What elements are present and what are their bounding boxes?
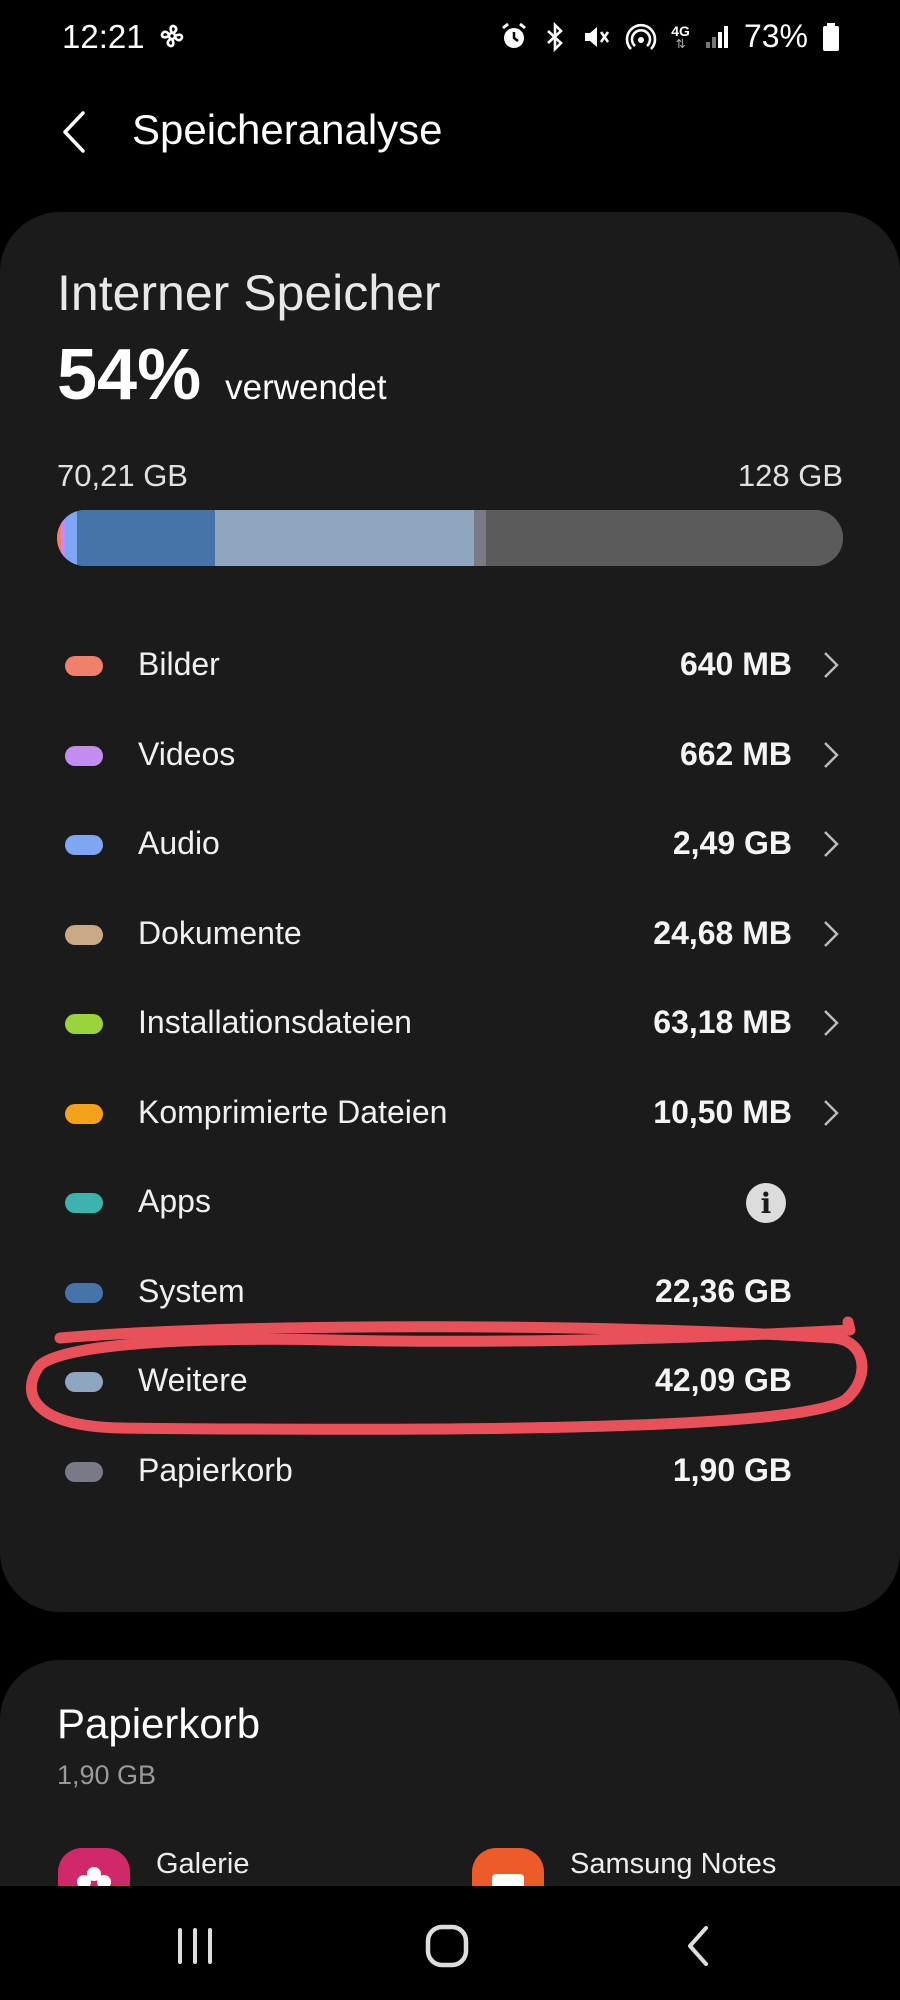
category-row-papierkorb: Papierkorb 1,90 GB bbox=[0, 1428, 900, 1518]
signal-icon bbox=[704, 24, 730, 50]
category-label: Dokumente bbox=[138, 914, 302, 951]
chevron-right-icon bbox=[824, 831, 839, 857]
category-label: Audio bbox=[138, 825, 220, 861]
category-label: Installationsdateien bbox=[138, 1004, 412, 1040]
navigation-bar bbox=[0, 1886, 900, 2000]
category-value: 2,49 GB bbox=[672, 825, 792, 861]
battery-percent: 73% bbox=[743, 18, 808, 54]
fan-icon bbox=[158, 22, 186, 55]
page-title: Speicheranalyse bbox=[132, 106, 443, 153]
category-label: System bbox=[138, 1272, 245, 1309]
back-arrow-icon bbox=[63, 111, 85, 153]
home-button[interactable] bbox=[402, 1916, 492, 1976]
status-bar: 12:21 4G ⇅ 73% bbox=[0, 0, 900, 80]
category-value: 63,18 MB bbox=[653, 1004, 792, 1040]
app-label: Galerie bbox=[156, 1848, 250, 1880]
category-label: Bilder bbox=[138, 646, 220, 682]
info-icon[interactable]: i bbox=[746, 1183, 786, 1223]
vibrate-icon bbox=[581, 22, 611, 52]
bluetooth-icon bbox=[543, 21, 567, 52]
category-value: 640 MB bbox=[679, 646, 792, 682]
storage-bar-weitere bbox=[215, 510, 474, 566]
category-value: 22,36 GB bbox=[655, 1272, 792, 1309]
status-time: 12:21 bbox=[62, 18, 145, 55]
color-dot bbox=[65, 745, 103, 766]
category-row-bilder[interactable]: Bilder 640 MB bbox=[0, 622, 900, 712]
chevron-right-icon bbox=[824, 741, 839, 768]
used-percent: 54% bbox=[57, 335, 202, 415]
alarm-icon bbox=[499, 22, 529, 52]
trash-title: Papierkorb bbox=[57, 1700, 261, 1747]
storage-bar-free bbox=[486, 510, 843, 566]
back-button[interactable] bbox=[50, 102, 98, 162]
storage-title: Interner Speicher bbox=[57, 265, 441, 321]
category-row-installationsdateien[interactable]: Installationsdateien 63,18 MB bbox=[0, 980, 900, 1070]
color-dot bbox=[65, 1282, 103, 1303]
category-label: Papierkorb bbox=[138, 1451, 293, 1488]
back-icon bbox=[688, 1926, 708, 1966]
total-amount: 128 GB bbox=[737, 458, 843, 493]
category-label: Komprimierte Dateien bbox=[138, 1093, 448, 1130]
color-dot bbox=[65, 1193, 103, 1213]
recents-icon bbox=[178, 1928, 212, 1964]
chevron-right-icon bbox=[824, 1099, 839, 1126]
storage-bar-system bbox=[77, 510, 215, 566]
color-dot bbox=[65, 1461, 103, 1482]
home-icon bbox=[425, 1924, 469, 1968]
recents-button[interactable] bbox=[150, 1916, 240, 1976]
category-row-apps: Apps i bbox=[0, 1159, 900, 1249]
category-row-videos[interactable]: Videos 662 MB bbox=[0, 712, 900, 802]
color-dot bbox=[65, 1103, 103, 1124]
battery-icon bbox=[822, 22, 840, 52]
category-value: 662 MB bbox=[679, 735, 792, 772]
category-row-weitere: Weitere 42,09 GB bbox=[0, 1338, 900, 1428]
category-label: Apps bbox=[138, 1183, 211, 1219]
storage-bar-papierkorb bbox=[474, 510, 486, 566]
color-dot bbox=[65, 1014, 103, 1034]
category-label: Videos bbox=[138, 735, 236, 772]
color-dot bbox=[65, 835, 103, 855]
category-value: 10,50 MB bbox=[653, 1093, 792, 1130]
category-list: Bilder 640 MB Videos 662 MB Audio 2,49 G… bbox=[0, 622, 900, 1517]
used-amount: 70,21 GB bbox=[57, 458, 188, 493]
app-bar: Speicheranalyse bbox=[0, 92, 900, 172]
category-row-dokumente[interactable]: Dokumente 24,68 MB bbox=[0, 891, 900, 981]
storage-bar-audio bbox=[65, 510, 77, 566]
color-dot bbox=[65, 924, 103, 945]
category-row-audio[interactable]: Audio 2,49 GB bbox=[0, 801, 900, 891]
nav-back-button[interactable] bbox=[654, 1916, 744, 1976]
storage-bar bbox=[57, 510, 843, 566]
category-value: 1,90 GB bbox=[672, 1451, 792, 1488]
color-dot bbox=[65, 1372, 103, 1392]
category-value: 24,68 MB bbox=[653, 914, 792, 951]
category-row-komprimierte-dateien[interactable]: Komprimierte Dateien 10,50 MB bbox=[0, 1070, 900, 1160]
storage-card: Interner Speicher 54% verwendet 70,21 GB… bbox=[0, 212, 900, 1612]
hotspot-icon bbox=[625, 22, 657, 52]
network-icon: 4G ⇅ bbox=[671, 22, 690, 51]
category-row-system: System 22,36 GB bbox=[0, 1249, 900, 1339]
chevron-right-icon bbox=[824, 920, 839, 947]
network-type: 4G bbox=[671, 22, 690, 39]
category-label: Weitere bbox=[138, 1362, 248, 1398]
chevron-right-icon bbox=[824, 1010, 839, 1036]
usage-summary: 54% verwendet bbox=[57, 334, 387, 416]
trash-size: 1,90 GB bbox=[57, 1760, 157, 1790]
status-icons: 4G ⇅ 73% bbox=[499, 18, 840, 55]
chevron-right-icon bbox=[824, 652, 839, 678]
category-value: 42,09 GB bbox=[655, 1362, 792, 1398]
color-dot bbox=[65, 656, 103, 676]
used-label: verwendet bbox=[225, 368, 387, 407]
app-label: Samsung Notes bbox=[570, 1848, 777, 1880]
